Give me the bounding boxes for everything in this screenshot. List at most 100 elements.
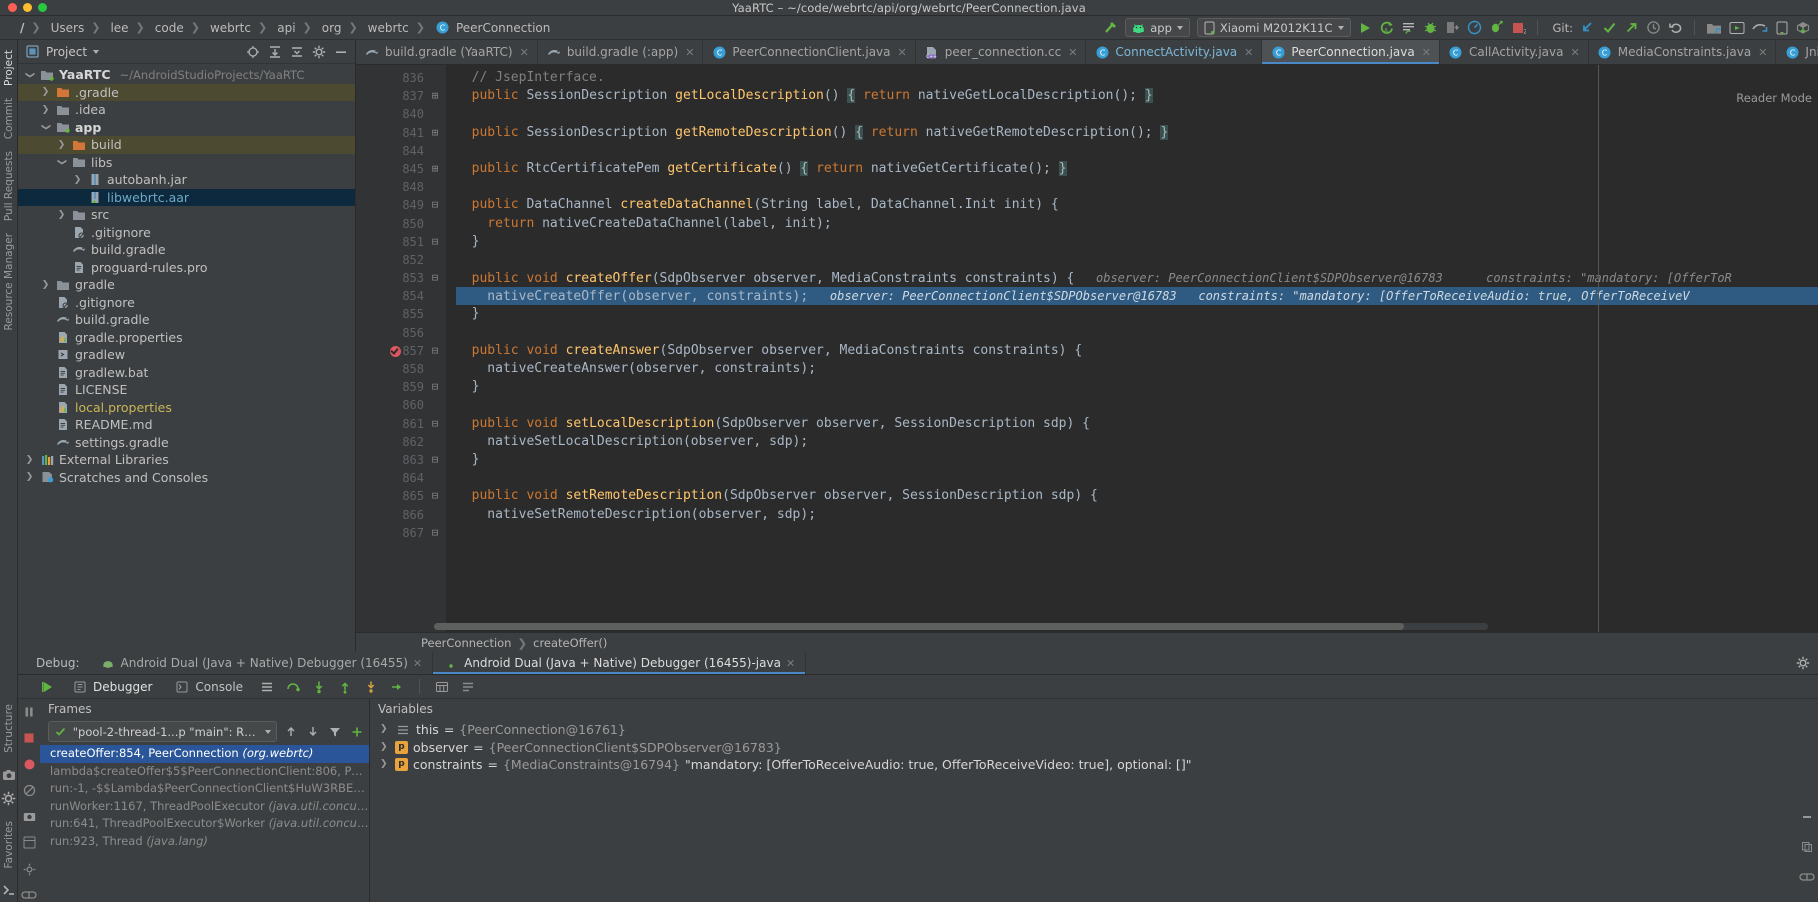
tool-tab-structure[interactable]: Structure: [3, 698, 15, 759]
tree-node-readme-md[interactable]: README.md: [18, 416, 355, 434]
fold-toggle[interactable]: ⊟: [430, 378, 446, 396]
tree-node-src[interactable]: ❯ src: [18, 206, 355, 224]
tree-node-gradle[interactable]: ❯ gradle: [18, 276, 355, 294]
git-commit-icon[interactable]: [1602, 19, 1617, 37]
camera-icon[interactable]: [1, 767, 17, 783]
close-icon[interactable]: ✕: [1422, 46, 1431, 59]
tree-node-build-gradle[interactable]: build.gradle: [18, 311, 355, 329]
git-history-icon[interactable]: [1646, 19, 1661, 37]
breakpoint-marker[interactable]: [390, 346, 401, 357]
reader-mode-label[interactable]: Reader Mode: [1736, 91, 1812, 105]
tool-tab-pull-requests[interactable]: Pull Requests: [3, 145, 15, 227]
close-icon[interactable]: ✕: [1068, 46, 1077, 59]
debug-session-tab-java[interactable]: Android Dual (Java + Native) Debugger (1…: [433, 652, 807, 674]
code-line[interactable]: return nativeCreateDataChannel(label, in…: [456, 215, 1818, 233]
variable-row[interactable]: ❯ p observer = {PeerConnectionClient$SDPObse…: [370, 739, 1796, 757]
chevron-right-icon[interactable]: ❯: [40, 280, 51, 290]
tree-node-yaartc[interactable]: ❯ YaaRTC ~/AndroidStudioProjects/YaaRTC: [18, 66, 355, 84]
fold-toggle[interactable]: ⊟: [430, 487, 446, 505]
show-execution-point-icon[interactable]: [460, 679, 476, 695]
debug-settings-gear-icon[interactable]: [1796, 652, 1818, 674]
tool-tab-favorites[interactable]: Favorites: [3, 815, 15, 874]
mute-breakpoints-icon[interactable]: [21, 784, 37, 797]
chevron-down-icon[interactable]: ❯: [57, 157, 67, 168]
code-line[interactable]: [456, 396, 1818, 414]
code-line[interactable]: public DataChannel createDataChannel(Str…: [456, 196, 1818, 214]
close-icon[interactable]: ✕: [413, 657, 422, 670]
fold-toggle[interactable]: ⊞: [430, 87, 446, 105]
screenshot-icon[interactable]: [21, 810, 37, 823]
editor-breadcrumb[interactable]: PeerConnection ❯ createOffer(): [356, 632, 1818, 652]
tab-debugger[interactable]: Debugger: [66, 679, 158, 695]
tree-node-local-properties[interactable]: local.properties: [18, 399, 355, 417]
apply-code-changes-icon[interactable]: [1401, 19, 1416, 37]
chevron-down-icon[interactable]: ❯: [25, 69, 35, 80]
project-tree[interactable]: ❯ YaaRTC ~/AndroidStudioProjects/YaaRTC ❯ .g…: [18, 64, 355, 652]
code-line[interactable]: }: [456, 378, 1818, 396]
tab-console[interactable]: Console: [168, 679, 249, 695]
tree-node-app[interactable]: ❯ app: [18, 119, 355, 137]
horizontal-scrollbar[interactable]: [434, 623, 1488, 630]
chevron-right-icon[interactable]: ❯: [40, 87, 51, 97]
fold-toggle[interactable]: ⊟: [430, 233, 446, 251]
debug-session-tab-native[interactable]: Android Dual (Java + Native) Debugger (1…: [90, 652, 434, 674]
frames-up-icon[interactable]: [283, 724, 299, 740]
breadcrumb-item-5[interactable]: org ❯: [318, 21, 364, 35]
chevron-right-icon[interactable]: ❯: [380, 756, 390, 774]
close-icon[interactable]: ✕: [1758, 46, 1767, 59]
code-line[interactable]: public void createAnswer(SdpObserver obs…: [456, 342, 1818, 360]
minus-icon[interactable]: [1799, 809, 1815, 825]
tree-node-external-libraries[interactable]: ❯ External Libraries: [18, 451, 355, 469]
run-with-coverage-icon[interactable]: [1489, 19, 1504, 37]
chevron-down-icon[interactable]: ❯: [41, 122, 51, 133]
close-icon[interactable]: ✕: [898, 46, 907, 59]
chevron-right-icon[interactable]: ❯: [56, 210, 67, 220]
breadcrumb-class[interactable]: PeerConnection: [421, 636, 511, 650]
thread-selector[interactable]: "pool-2-thread-1...p "main": RUNNING: [48, 721, 277, 742]
tree-node-proguard-rules-pro[interactable]: proguard-rules.pro: [18, 259, 355, 277]
code-line[interactable]: public SessionDescription getRemoteDescr…: [456, 124, 1818, 142]
code-line[interactable]: [456, 324, 1818, 342]
breadcrumb-root[interactable]: / ❯: [16, 21, 47, 35]
tree-node--gradle[interactable]: ❯ .gradle: [18, 83, 355, 101]
breadcrumb-item-2[interactable]: code ❯: [151, 21, 206, 35]
hide-panel-icon[interactable]: [333, 44, 349, 60]
attach-debugger-icon[interactable]: [1445, 19, 1460, 37]
code-text[interactable]: // JsepInterface. public SessionDescript…: [446, 65, 1818, 632]
close-icon[interactable]: ✕: [520, 46, 529, 59]
tree-node-gradle-properties[interactable]: gradle.properties: [18, 329, 355, 347]
step-into-icon[interactable]: [311, 679, 327, 695]
chevron-right-icon[interactable]: ❯: [72, 175, 83, 185]
editor-tab-connectactivity-java[interactable]: C ConnectActivity.java ✕: [1086, 40, 1263, 64]
add-frame-icon[interactable]: [349, 724, 365, 740]
view-breakpoints-icon[interactable]: [21, 758, 37, 771]
editor-tab-build-gradle-app-[interactable]: build.gradle (:app) ✕: [538, 40, 704, 64]
tree-node-gradlew-bat[interactable]: gradlew.bat: [18, 364, 355, 382]
code-line[interactable]: }: [456, 451, 1818, 469]
variables-list[interactable]: ❯ this = {PeerConnection@16761} ❯ p observer ={…: [370, 719, 1796, 774]
variable-row[interactable]: ❯ this = {PeerConnection@16761}: [370, 721, 1796, 739]
tree-node-libs[interactable]: ❯ libs: [18, 154, 355, 172]
select-opened-file-icon[interactable]: [245, 44, 261, 60]
tree-node--gitignore[interactable]: .gitignore: [18, 224, 355, 242]
profiler-icon[interactable]: [1467, 19, 1482, 37]
collapse-all-icon[interactable]: [289, 44, 305, 60]
code-line[interactable]: nativeSetRemoteDescription(observer, sdp…: [456, 506, 1818, 524]
fold-toggle[interactable]: ⊟: [430, 451, 446, 469]
expand-all-icon[interactable]: [267, 44, 283, 60]
help-icon[interactable]: [21, 889, 37, 902]
fold-toggle[interactable]: ⊟: [430, 342, 446, 360]
stack-frame[interactable]: run:-1, -$$Lambda$PeerConnectionClient$H…: [40, 780, 369, 798]
run-button[interactable]: [1358, 19, 1372, 37]
fold-toggle[interactable]: ⊟: [430, 269, 446, 287]
tree-node-build-gradle[interactable]: build.gradle: [18, 241, 355, 259]
breadcrumb-item-3[interactable]: webrtc ❯: [206, 21, 273, 35]
stack-frame[interactable]: createOffer:854, PeerConnection (org.web…: [40, 745, 369, 763]
apply-changes-button[interactable]: A: [1379, 19, 1394, 37]
breadcrumb-item-1[interactable]: lee ❯: [106, 21, 150, 35]
settings-icon[interactable]: [21, 863, 37, 876]
code-line[interactable]: [456, 469, 1818, 487]
code-line[interactable]: public void setRemoteDescription(SdpObse…: [456, 487, 1818, 505]
tree-node--idea[interactable]: ❯ .idea: [18, 101, 355, 119]
build-hammer-icon[interactable]: [1103, 19, 1118, 37]
